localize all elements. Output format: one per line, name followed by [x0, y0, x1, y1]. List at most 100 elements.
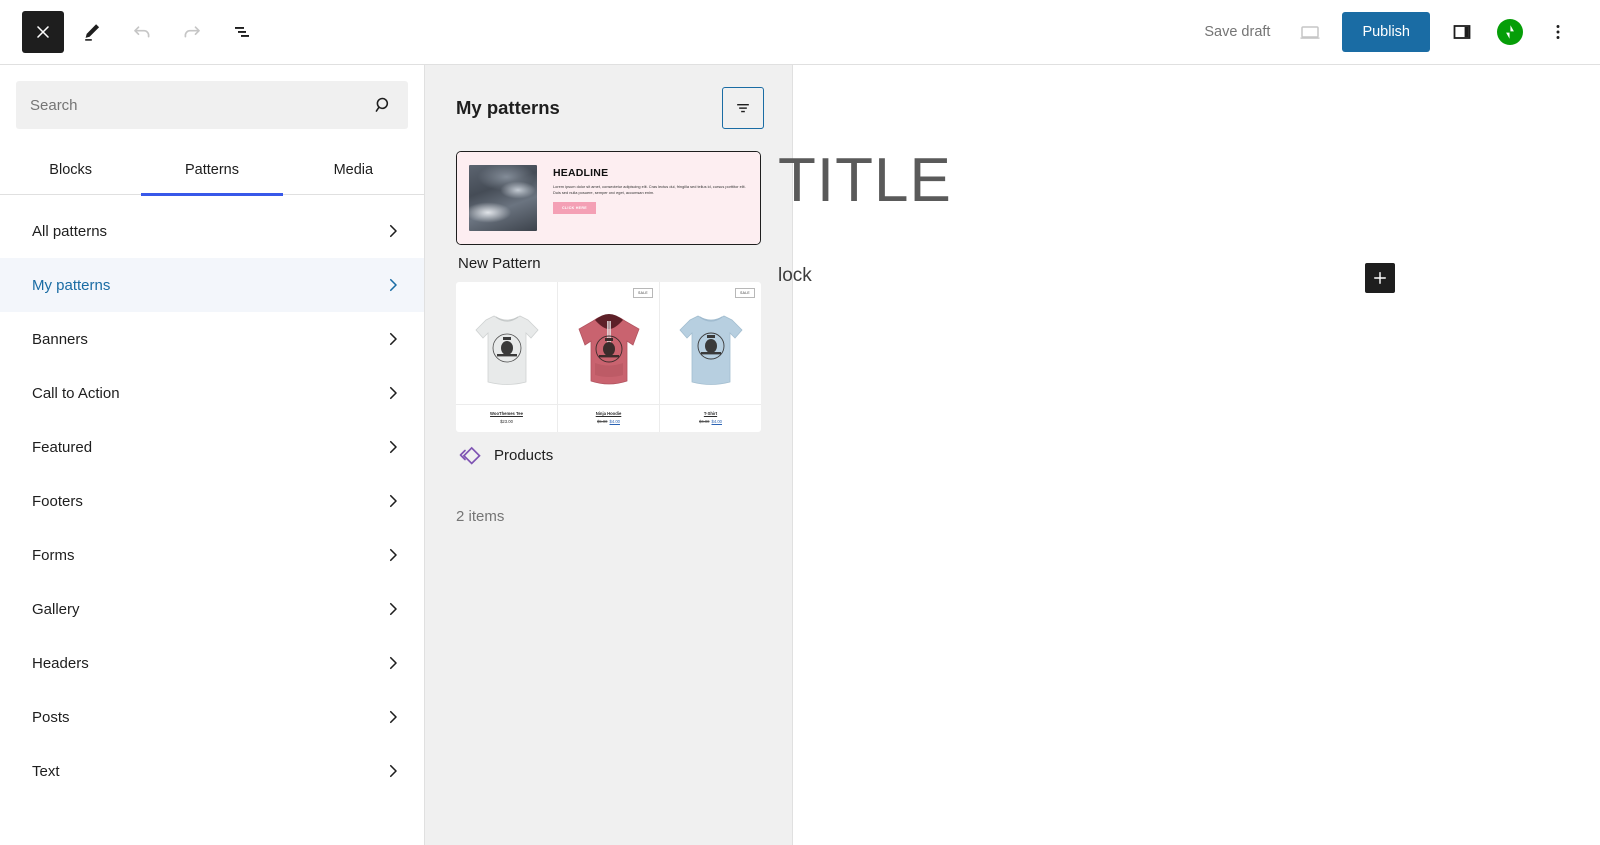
- search-box[interactable]: [16, 81, 408, 129]
- inserter-tabs: Blocks Patterns Media: [0, 145, 424, 196]
- sidebar-item-text[interactable]: Text: [0, 744, 424, 798]
- sidebar-item-featured[interactable]: Featured: [0, 420, 424, 474]
- editor-canvas: TITLE lock: [778, 65, 1600, 845]
- jetpack-button[interactable]: [1488, 10, 1532, 54]
- hero-body-text: Lorem ipsum dolor sit amet, consectetur …: [553, 184, 746, 196]
- category-label: Text: [32, 762, 60, 780]
- pattern-preview[interactable]: WooThemes Tee $23.00 SALE Ninja Hoodie $…: [456, 282, 761, 432]
- sidebar-item-footers[interactable]: Footers: [0, 474, 424, 528]
- hero-pattern-preview: HEADLINE Lorem ipsum dolor sit amet, con…: [457, 152, 760, 244]
- jetpack-icon: [1497, 19, 1523, 45]
- block-inserter-sidebar: Blocks Patterns Media All patterns My pa…: [0, 65, 425, 845]
- product-item: SALE: [660, 282, 761, 432]
- patterns-item-count: 2 items: [456, 508, 505, 525]
- category-label: Featured: [32, 438, 93, 456]
- sidebar-item-posts[interactable]: Posts: [0, 690, 424, 744]
- chevron-right-icon: [384, 330, 402, 348]
- hero-headline: HEADLINE: [553, 167, 609, 179]
- pattern-card-new-pattern[interactable]: HEADLINE Lorem ipsum dolor sit amet, con…: [456, 151, 761, 274]
- patterns-panel-header: My patterns: [425, 65, 792, 139]
- redo-arrow-icon: [184, 26, 200, 38]
- sidebar-item-my-patterns[interactable]: My patterns: [0, 258, 424, 312]
- chevron-right-icon: [384, 438, 402, 456]
- settings-sidebar-toggle[interactable]: [1440, 10, 1484, 54]
- category-label: Banners: [32, 330, 88, 348]
- patterns-list: HEADLINE Lorem ipsum dolor sit amet, con…: [425, 139, 792, 470]
- pattern-title: New Pattern: [456, 245, 761, 274]
- pattern-card-products[interactable]: WooThemes Tee $23.00 SALE Ninja Hoodie $…: [456, 282, 761, 470]
- sidebar-item-all-patterns[interactable]: All patterns: [0, 204, 424, 258]
- tab-blocks[interactable]: Blocks: [0, 145, 141, 195]
- sidebar-item-forms[interactable]: Forms: [0, 528, 424, 582]
- tab-patterns[interactable]: Patterns: [141, 145, 283, 196]
- plus-icon: [1374, 272, 1386, 284]
- edit-mode-button[interactable]: [70, 10, 114, 54]
- redo-button[interactable]: [170, 10, 214, 54]
- page-title[interactable]: TITLE: [778, 145, 952, 216]
- search-container: [0, 65, 424, 145]
- chevron-right-icon: [384, 276, 402, 294]
- pattern-title: Products: [456, 432, 761, 470]
- search-input[interactable]: [30, 96, 372, 114]
- chevron-right-icon: [384, 762, 402, 780]
- list-view-icon: [235, 27, 249, 37]
- category-label: Footers: [32, 492, 83, 510]
- chevron-right-icon: [384, 546, 402, 564]
- chevron-right-icon: [384, 654, 402, 672]
- toolbar-left-group: [0, 10, 264, 54]
- pattern-preview[interactable]: HEADLINE Lorem ipsum dolor sit amet, con…: [456, 151, 761, 245]
- pattern-category-list: All patterns My patterns Banners Call to…: [0, 195, 424, 845]
- sidebar-item-headers[interactable]: Headers: [0, 636, 424, 690]
- more-options-button[interactable]: [1536, 10, 1580, 54]
- product-meta: WooThemes Tee $23.00: [456, 404, 557, 432]
- chevron-right-icon: [384, 222, 402, 240]
- sidebar-item-banners[interactable]: Banners: [0, 312, 424, 366]
- toolbar-right-group: Save draft Publish: [1190, 10, 1600, 54]
- patterns-panel-title: My patterns: [456, 97, 560, 118]
- chevron-right-icon: [384, 384, 402, 402]
- product-item: SALE: [558, 282, 660, 432]
- list-view-button[interactable]: [220, 10, 264, 54]
- close-editor-button[interactable]: [22, 11, 64, 53]
- sidebar-item-gallery[interactable]: Gallery: [0, 582, 424, 636]
- pattern-title-text: Products: [494, 446, 554, 464]
- product-price-original: $5.00: [597, 419, 608, 424]
- product-item: WooThemes Tee $23.00: [456, 282, 558, 432]
- pattern-title-text: New Pattern: [458, 255, 541, 272]
- category-label: My patterns: [32, 276, 111, 294]
- patterns-panel: My patterns HEADLINE Lorem ipsum dolor s…: [425, 65, 793, 845]
- undo-button[interactable]: [120, 10, 164, 54]
- block-inserter-plus-button[interactable]: [1365, 263, 1395, 293]
- editor-top-toolbar: Save draft Publish: [0, 0, 1600, 65]
- publish-button[interactable]: Publish: [1342, 12, 1430, 52]
- sale-badge: SALE: [735, 288, 755, 298]
- product-meta: Ninja Hoodie $5.00 $4.00: [558, 404, 659, 432]
- category-label: All patterns: [32, 222, 108, 240]
- product-meta: T-Shirt $6.00 $4.00: [660, 404, 761, 432]
- category-label: Forms: [32, 546, 75, 564]
- post-body-paragraph[interactable]: lock: [778, 265, 812, 287]
- undo-arrow-icon: [134, 26, 150, 38]
- desktop-preview-icon: [1300, 26, 1320, 39]
- close-x-icon: [37, 26, 49, 38]
- tab-media[interactable]: Media: [283, 145, 424, 195]
- category-label: Posts: [32, 708, 70, 726]
- chevron-right-icon: [384, 708, 402, 726]
- settings-sidebar-icon: [1453, 25, 1471, 39]
- hero-cta-button: CLICK HERE: [553, 202, 596, 215]
- product-price: $6.00 $4.00: [662, 419, 759, 424]
- product-image: [558, 290, 659, 404]
- product-image: [456, 290, 557, 404]
- products-pattern-preview: WooThemes Tee $23.00 SALE Ninja Hoodie $…: [456, 282, 761, 432]
- filter-patterns-button[interactable]: [722, 87, 764, 129]
- category-label: Call to Action: [32, 384, 120, 402]
- product-name: T-Shirt: [703, 411, 718, 416]
- product-price: $23.00: [500, 419, 513, 424]
- product-price: $5.00 $4.00: [560, 419, 657, 424]
- chevron-right-icon: [384, 600, 402, 618]
- product-price-original: $6.00: [699, 419, 710, 424]
- sidebar-item-call-to-action[interactable]: Call to Action: [0, 366, 424, 420]
- preview-button[interactable]: [1288, 10, 1332, 54]
- save-draft-button[interactable]: Save draft: [1190, 16, 1284, 48]
- block-editor-app: Save draft Publish Search Blocks Pattern…: [0, 0, 1600, 845]
